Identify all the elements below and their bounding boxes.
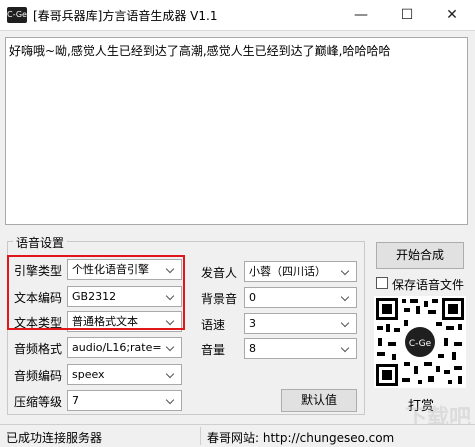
title-bar: C-Ge [春哥兵器库]方言语音生成器 V1.1 — ☐ ✕ (0, 0, 475, 31)
speed-label: 语速 (201, 318, 226, 332)
text-encoding-label: 文本编码 (14, 291, 63, 305)
voice-settings-title: 语音设置 (13, 234, 68, 251)
chevron-down-icon (340, 339, 352, 358)
speed-select[interactable]: 3 (244, 313, 357, 334)
qr-logo-text: C-Ge (409, 339, 432, 349)
text-input-area[interactable]: 好嗨哦~呦,感觉人生已经到达了高潮,感觉人生已经到达了巅峰,哈哈哈哈 (5, 37, 468, 225)
chevron-down-icon (340, 314, 352, 333)
audio-encoding-select[interactable]: speex (67, 364, 182, 385)
chevron-down-icon (340, 262, 352, 281)
window-title: [春哥兵器库]方言语音生成器 V1.1 (33, 9, 218, 23)
maximize-button[interactable]: ☐ (384, 0, 430, 30)
text-type-select[interactable]: 普通格式文本 (67, 311, 182, 332)
save-audio-checkbox[interactable] (376, 277, 388, 289)
chevron-down-icon (165, 312, 177, 331)
default-values-button[interactable]: 默认值 (281, 389, 357, 412)
chevron-down-icon (340, 288, 352, 307)
minimize-button[interactable]: — (338, 0, 384, 30)
text-encoding-select[interactable]: GB2312 (67, 286, 182, 307)
app-logo-icon: C-Ge (7, 7, 27, 23)
speaker-select[interactable]: 小蓉（四川话） (244, 261, 357, 282)
volume-select[interactable]: 8 (244, 338, 357, 359)
chevron-down-icon (165, 391, 177, 410)
start-synthesis-button[interactable]: 开始合成 (376, 242, 464, 269)
status-bar: 已成功连接服务器 春哥网站: http://chungeseo.com (0, 424, 475, 447)
connection-status: 已成功连接服务器 (6, 431, 103, 445)
compression-level-select[interactable]: 7 (67, 390, 182, 411)
chevron-down-icon (165, 260, 177, 279)
background-sound-label: 背景音 (201, 292, 238, 306)
audio-encoding-label: 音频编码 (14, 369, 63, 383)
background-sound-select[interactable]: 0 (244, 287, 357, 308)
reward-qr-code: C-Ge (374, 296, 466, 388)
engine-type-label: 引擎类型 (14, 264, 63, 278)
audio-format-select[interactable]: audio/L16;rate= (67, 337, 182, 358)
chevron-down-icon (165, 338, 177, 357)
engine-type-select[interactable]: 个性化语音引擎 (67, 259, 182, 280)
speaker-label: 发音人 (201, 266, 238, 280)
chevron-down-icon (165, 287, 177, 306)
audio-format-label: 音频格式 (14, 342, 63, 356)
compression-level-label: 压缩等级 (14, 395, 63, 409)
chevron-down-icon (165, 365, 177, 384)
close-button[interactable]: ✕ (429, 0, 475, 30)
text-type-label: 文本类型 (14, 316, 63, 330)
status-divider (200, 427, 201, 445)
volume-label: 音量 (201, 343, 226, 357)
website-link[interactable]: 春哥网站: http://chungeseo.com (207, 429, 394, 446)
save-audio-label[interactable]: 保存语音文件 (392, 276, 464, 293)
